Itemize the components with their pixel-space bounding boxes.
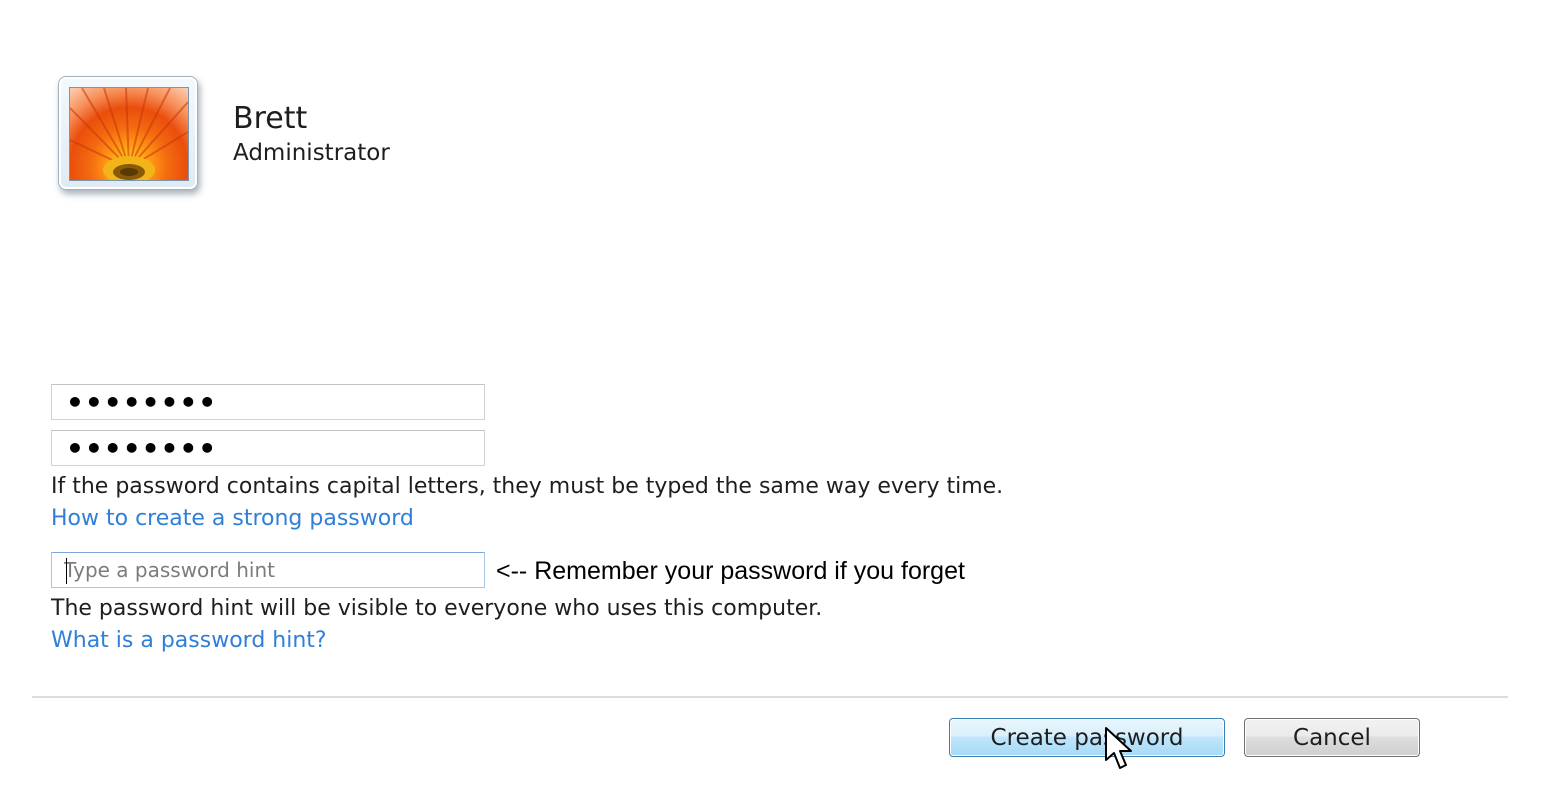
hint-annotation: <-- Remember your password if you forget xyxy=(496,557,965,585)
capital-letters-note: If the password contains capital letters… xyxy=(51,474,1004,499)
user-avatar xyxy=(58,76,198,190)
create-password-button-label: Create password xyxy=(990,724,1184,751)
strong-password-link[interactable]: How to create a strong password xyxy=(51,505,414,533)
password-hint-field[interactable] xyxy=(51,552,485,588)
confirm-password-field[interactable] xyxy=(51,430,485,466)
user-name: Brett xyxy=(233,101,308,136)
cancel-button-label: Cancel xyxy=(1293,724,1371,751)
mouse-cursor-icon xyxy=(1105,727,1132,769)
flower-picture-icon xyxy=(69,87,189,181)
footer-divider xyxy=(32,696,1508,698)
new-password-field[interactable] xyxy=(51,384,485,420)
text-caret xyxy=(66,558,67,584)
hint-visibility-note: The password hint will be visible to eve… xyxy=(51,596,823,621)
create-password-button[interactable]: Create password xyxy=(949,718,1225,757)
password-hint-help-link[interactable]: What is a password hint? xyxy=(51,627,327,655)
user-role: Administrator xyxy=(233,140,390,166)
cancel-button[interactable]: Cancel xyxy=(1244,718,1420,757)
create-password-page: Brett Administrator If the password cont… xyxy=(0,0,1564,810)
